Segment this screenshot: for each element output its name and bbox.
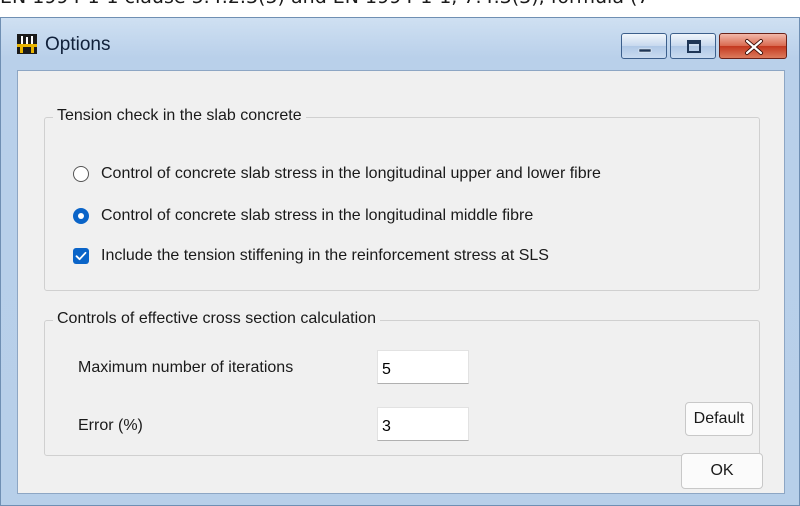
background-document-text: EN 1994-1-1 clause 5.4.2.3(5) and EN 199… bbox=[0, 0, 800, 10]
radio-upper-lower-label: Control of concrete slab stress in the l… bbox=[101, 165, 601, 182]
tension-check-group: Tension check in the slab concrete Contr… bbox=[44, 107, 760, 291]
ok-button[interactable]: OK bbox=[681, 453, 763, 489]
minimize-icon bbox=[638, 48, 652, 53]
radio-unselected-icon[interactable] bbox=[73, 166, 89, 182]
default-button[interactable]: Default bbox=[685, 402, 753, 436]
radio-selected-icon[interactable] bbox=[73, 208, 89, 224]
dialog-body: Tension check in the slab concrete Contr… bbox=[17, 70, 785, 494]
checkbox-checked-icon[interactable] bbox=[73, 248, 89, 264]
app-icon bbox=[17, 34, 37, 54]
error-percent-input[interactable] bbox=[377, 407, 469, 441]
maximize-icon bbox=[687, 40, 701, 53]
tension-stiffening-label: Include the tension stiffening in the re… bbox=[101, 247, 549, 264]
title-bar[interactable]: Options bbox=[1, 18, 799, 70]
minimize-button[interactable] bbox=[621, 33, 667, 59]
radio-middle-label: Control of concrete slab stress in the l… bbox=[101, 207, 534, 224]
max-iterations-input[interactable] bbox=[377, 350, 469, 384]
options-dialog: Options Tension check in the slab concre… bbox=[0, 17, 800, 506]
tension-group-title: Tension check in the slab concrete bbox=[53, 107, 306, 125]
max-iterations-label: Maximum number of iterations bbox=[78, 359, 294, 376]
close-button[interactable] bbox=[719, 33, 787, 59]
window-title: Options bbox=[45, 34, 111, 55]
close-icon bbox=[745, 39, 763, 55]
maximize-button[interactable] bbox=[670, 33, 716, 59]
error-percent-label: Error (%) bbox=[78, 417, 143, 434]
cross-section-group-title: Controls of effective cross section calc… bbox=[53, 310, 380, 328]
effective-cross-section-group: Controls of effective cross section calc… bbox=[44, 310, 760, 456]
